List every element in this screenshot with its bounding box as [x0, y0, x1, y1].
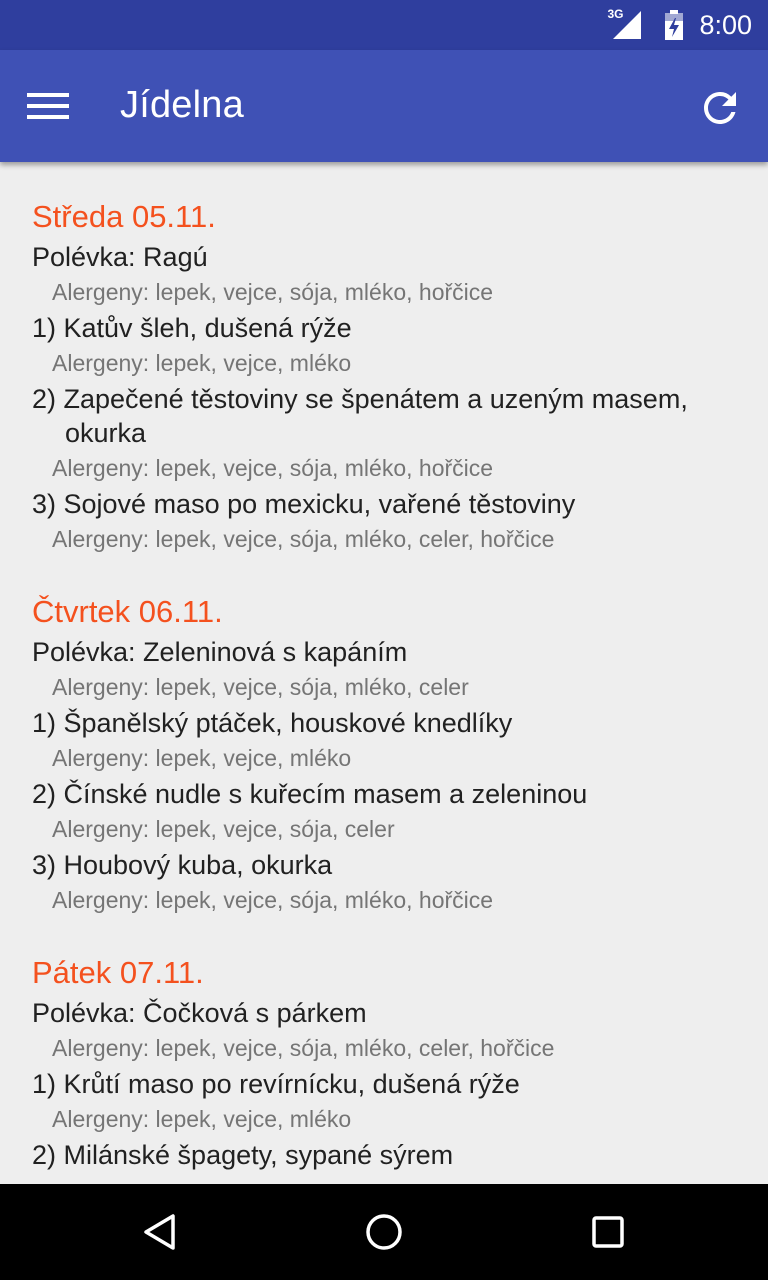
day-title: Čtvrtek 06.11.	[32, 594, 223, 629]
menu-list[interactable]: Středa 05.11. Polévka: Ragú Alergeny: le…	[0, 162, 768, 1184]
dish-item: 1) Španělský ptáček, houskové knedlíky	[32, 708, 513, 738]
battery-icon	[663, 9, 685, 41]
dish-item: 2) Čínské nudle s kuřecím masem a zeleni…	[32, 779, 588, 809]
dish-item: 1) Krůtí maso po revírnícku, dušená rýže	[32, 1069, 520, 1099]
back-triangle-icon[interactable]	[136, 1208, 184, 1256]
hamburger-menu-icon[interactable]	[24, 82, 72, 130]
signal-icon: 3G	[607, 7, 643, 41]
allergens-text: Alergeny: lepek, vejce, sója, mléko, hoř…	[52, 455, 494, 481]
clock: 8:00	[699, 9, 752, 40]
soup-item: Polévka: Čočková s párkem	[32, 998, 367, 1028]
day-section: Středa 05.11. Polévka: Ragú Alergeny: le…	[32, 196, 768, 557]
allergens-text: Alergeny: lepek, vejce, sója, mléko, hoř…	[52, 279, 494, 305]
network-type-label: 3G	[607, 7, 624, 21]
refresh-icon[interactable]	[692, 80, 748, 136]
allergens-text: Alergeny: lepek, vejce, sója, mléko, cel…	[52, 674, 469, 700]
allergens-text: Alergeny: lepek, vejce, mléko	[52, 745, 352, 771]
allergens-text: Alergeny: lepek, vejce, mléko	[52, 350, 352, 376]
system-nav-bar	[0, 1184, 768, 1280]
dish-item: 3) Houbový kuba, okurka	[32, 850, 333, 880]
day-title: Středa 05.11.	[32, 199, 216, 234]
dish-item: 1) Katův šleh, dušená rýže	[32, 313, 352, 343]
allergens-text: Alergeny: lepek, vejce, sója, mléko, hoř…	[52, 887, 494, 913]
allergens-text: Alergeny: lepek, vejce, mléko	[52, 1106, 352, 1132]
dish-item: 3) Sojové maso po mexicku, vařené těstov…	[32, 489, 576, 519]
app-bar: Jídelna	[0, 50, 768, 162]
soup-item: Polévka: Zeleninová s kapáním	[32, 637, 408, 667]
soup-item: Polévka: Ragú	[32, 242, 208, 272]
day-title: Pátek 07.11.	[32, 955, 204, 990]
status-bar: 3G 8:00	[0, 0, 768, 50]
allergens-text: Alergeny: lepek, vejce, sója, mléko, cel…	[52, 526, 555, 552]
home-circle-icon[interactable]	[360, 1208, 408, 1256]
day-section: Pátek 07.11. Polévka: Čočková s párkem A…	[32, 952, 768, 1172]
allergens-text: Alergeny: lepek, vejce, sója, celer	[52, 816, 395, 842]
dish-item: 2) Zapečené těstoviny se špenátem a uzen…	[32, 384, 688, 448]
day-section: Čtvrtek 06.11. Polévka: Zeleninová s kap…	[32, 591, 768, 918]
allergens-text: Alergeny: lepek, vejce, sója, mléko, cel…	[52, 1035, 555, 1061]
recents-square-icon[interactable]	[584, 1208, 632, 1256]
app-title: Jídelna	[120, 84, 244, 126]
dish-item: 2) Milánské špagety, sypané sýrem	[32, 1140, 454, 1170]
